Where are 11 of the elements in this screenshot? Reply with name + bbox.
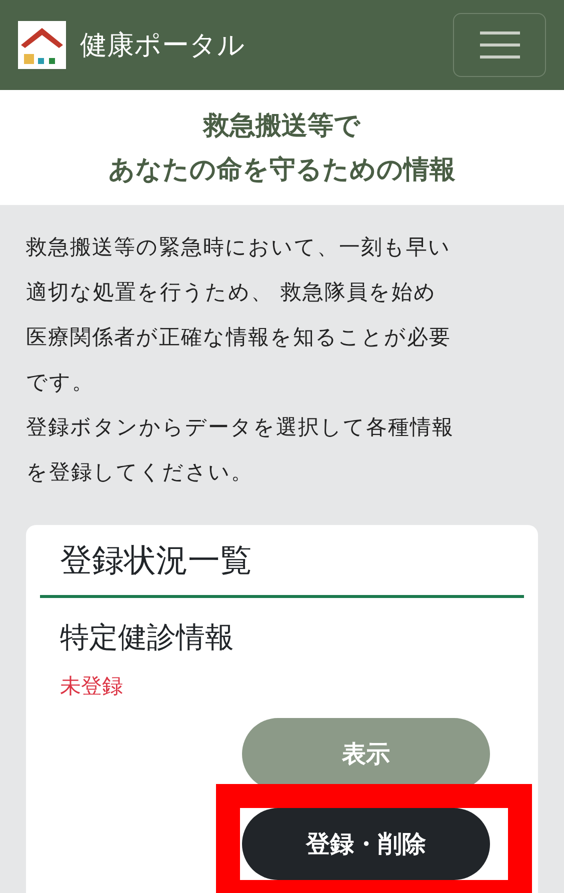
house-logo-icon bbox=[18, 21, 66, 69]
page-title: 救急搬送等で あなたの命を守るための情報 bbox=[108, 110, 456, 186]
item-name: 特定健診情報 bbox=[60, 619, 235, 656]
intro-paragraph: 登録ボタンからデータを選択して各種情報 を登録してください。 bbox=[26, 414, 455, 486]
card-title: 登録状況一覧 bbox=[40, 533, 524, 598]
intro-paragraph: 救急搬送等の緊急時において、一刻も早い 適切な処置を行うため、 救急隊員を始め 医療関係者が正確な情報を知ることが必要 です。 bbox=[26, 234, 452, 396]
menu-button[interactable] bbox=[453, 13, 546, 77]
action-button[interactable]: 登録・削除 bbox=[242, 808, 490, 880]
site-title[interactable]: 健康ポータル bbox=[80, 27, 453, 63]
menu-icon bbox=[478, 30, 520, 60]
item-status: 未登録 bbox=[60, 673, 124, 700]
